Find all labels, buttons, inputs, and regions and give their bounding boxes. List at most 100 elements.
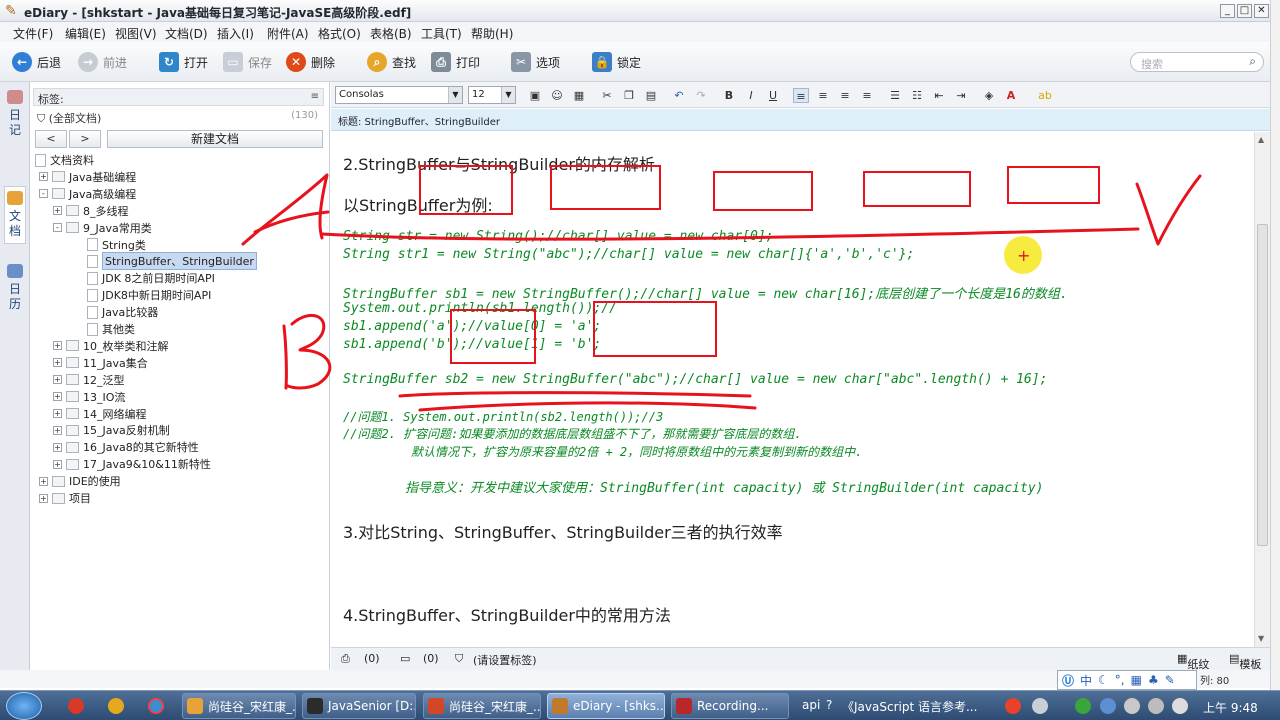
maximize-button[interactable]: □ (1237, 4, 1252, 18)
all-docs-filter[interactable]: ⛉ (全部文档) (130) (33, 108, 324, 126)
insert-date-icon[interactable]: ▦ (571, 88, 587, 103)
document-content[interactable]: 2.StringBuffer与StringBuilder的内存解析 以Strin… (331, 132, 1254, 647)
new-document-button[interactable]: 新建文档 (107, 130, 323, 148)
font-size-select[interactable]: 12 ▼ (468, 86, 516, 104)
comment-icon[interactable]: ▭ (400, 652, 410, 665)
punctuation-icon[interactable]: °, (1115, 673, 1125, 687)
tree-item[interactable]: StringBuffer、StringBuilder (87, 252, 257, 271)
tree-item[interactable]: + IDE的使用 (39, 473, 121, 489)
tray-expand-icon[interactable] (1032, 698, 1048, 714)
tree-item[interactable]: +11_Java集合 (53, 355, 148, 371)
fill-color-icon[interactable]: ◈ (981, 88, 997, 103)
tree-item[interactable]: 文档资料 (35, 152, 94, 168)
js-reference-task[interactable]: 《JavaScript 语言参考... (842, 698, 977, 715)
expand-icon[interactable]: + (39, 172, 48, 182)
font-color-icon[interactable]: A (1003, 88, 1019, 103)
menu-insert[interactable]: 插入(I) (217, 25, 254, 42)
print-button[interactable]: ⎙ 打印 (431, 50, 480, 74)
ime-mode[interactable]: 中 (1080, 672, 1092, 689)
monitor-icon[interactable] (1148, 698, 1164, 714)
italic-button[interactable]: I (743, 88, 759, 103)
tree-item[interactable]: - 9_Java常用类 (53, 220, 152, 236)
tree-item[interactable]: String类 (87, 237, 146, 253)
expand-icon[interactable]: + (53, 409, 62, 418)
lock-button[interactable]: 🔒 锁定 (592, 50, 641, 74)
collapse-icon[interactable]: - (53, 223, 62, 233)
sogou-icon[interactable] (1005, 698, 1021, 714)
volume-icon[interactable] (1172, 698, 1188, 714)
close-button[interactable]: ✕ (1254, 4, 1269, 18)
tree-item[interactable]: + 项目 (39, 490, 91, 506)
chrome-icon[interactable] (148, 698, 164, 714)
keyboard-icon[interactable]: ▦ (1131, 673, 1142, 687)
tree-item[interactable]: 其他类 (87, 321, 135, 337)
expand-icon[interactable]: + (53, 341, 62, 351)
tree-item[interactable]: +16_Java8的其它新特性 (53, 439, 199, 455)
options-button[interactable]: ✂ 选项 (511, 50, 560, 74)
menu-view[interactable]: 视图(V) (115, 25, 157, 42)
tag-filter-bar[interactable]: 标签: ≡ (33, 88, 324, 106)
tree-item[interactable]: +13_IO流 (53, 389, 125, 405)
tab-diary[interactable]: 日记 (4, 90, 26, 138)
scroll-up-icon[interactable]: ▲ (1258, 135, 1264, 144)
back-button[interactable]: ← 后退 (12, 50, 61, 74)
menu-edit[interactable]: 编辑(E) (65, 25, 106, 42)
start-button[interactable] (6, 692, 42, 720)
task-item-5[interactable]: Recording... (671, 693, 789, 719)
outdent-icon[interactable]: ⇤ (931, 88, 947, 103)
weibo-icon[interactable] (68, 698, 84, 714)
menu-tools[interactable]: 工具(T) (421, 25, 462, 42)
api-text[interactable]: api (802, 698, 820, 712)
task-item-2[interactable]: JavaSenior [D:... (302, 693, 416, 719)
tree-item[interactable]: - Java高级编程 (39, 186, 136, 202)
expand-icon[interactable]: + (53, 425, 62, 435)
menu-format[interactable]: 格式(O) (318, 25, 361, 42)
moon-icon[interactable]: ☾ (1098, 673, 1109, 687)
task-item-1[interactable]: 尚硅谷_宋红康_... (182, 693, 296, 719)
save-button[interactable]: ▭ 保存 (223, 50, 272, 74)
expand-icon[interactable]: + (53, 375, 62, 385)
content-scrollbar[interactable]: ▲ ▼ (1254, 132, 1270, 647)
expand-icon[interactable]: + (53, 358, 62, 368)
wrench-icon[interactable]: ✎ (1165, 673, 1175, 687)
font-family-select[interactable]: Consolas ▼ (335, 86, 463, 104)
tag-hint[interactable]: (请设置标签) (473, 652, 537, 668)
tree-item[interactable]: +17_Java9&10&11新特性 (53, 456, 211, 472)
forward-button[interactable]: → 前进 (78, 50, 127, 74)
cut-icon[interactable]: ✂ (599, 88, 615, 103)
align-center-icon[interactable]: ≡ (815, 88, 831, 103)
scroll-down-icon[interactable]: ▼ (1258, 634, 1264, 643)
undo-icon[interactable]: ↶ (671, 88, 687, 103)
tree-item[interactable]: + Java基础编程 (39, 169, 136, 185)
skin-icon[interactable]: ♣ (1148, 673, 1159, 687)
nav-forward-button[interactable]: > (69, 130, 101, 148)
delete-button[interactable]: ✕ 删除 (286, 50, 335, 74)
open-button[interactable]: ↻ 打开 (159, 50, 208, 74)
tab-docs[interactable]: 文档 (4, 186, 26, 244)
bullet-list-icon[interactable]: ☰ (887, 88, 903, 103)
expand-icon[interactable]: + (53, 459, 62, 469)
menu-table[interactable]: 表格(B) (370, 25, 412, 42)
menu-file[interactable]: 文件(F) (13, 25, 53, 42)
tree-item[interactable]: +10_枚举类和注解 (53, 338, 169, 354)
network-icon[interactable] (1100, 698, 1116, 714)
tray-flag-icon[interactable] (1124, 698, 1140, 714)
tag-menu-icon[interactable]: ≡ (311, 91, 319, 102)
indent-icon[interactable]: ⇥ (953, 88, 969, 103)
numbered-list-icon[interactable]: ☷ (909, 88, 925, 103)
expand-icon[interactable]: + (39, 493, 48, 503)
attachment-icon[interactable]: ⎙ (341, 652, 350, 666)
highlight-icon[interactable]: ab (1037, 88, 1053, 103)
scrollbar-thumb[interactable] (1257, 224, 1268, 546)
expand-icon[interactable]: + (53, 392, 62, 402)
expand-icon[interactable]: + (39, 476, 48, 486)
underline-button[interactable]: U (765, 88, 781, 103)
task-item-3[interactable]: 尚硅谷_宋红康_... (423, 693, 541, 719)
copy-icon[interactable]: ❐ (621, 88, 637, 103)
paper-texture-button[interactable]: ▦ 纸纹 (1177, 652, 1209, 671)
bold-button[interactable]: B (721, 88, 737, 103)
collapse-icon[interactable]: - (39, 189, 48, 199)
task-item-4[interactable]: eDiary - [shks... (547, 693, 665, 719)
tree-item[interactable]: +15_Java反射机制 (53, 422, 170, 438)
find-button[interactable]: ⌕ 查找 (367, 50, 416, 74)
